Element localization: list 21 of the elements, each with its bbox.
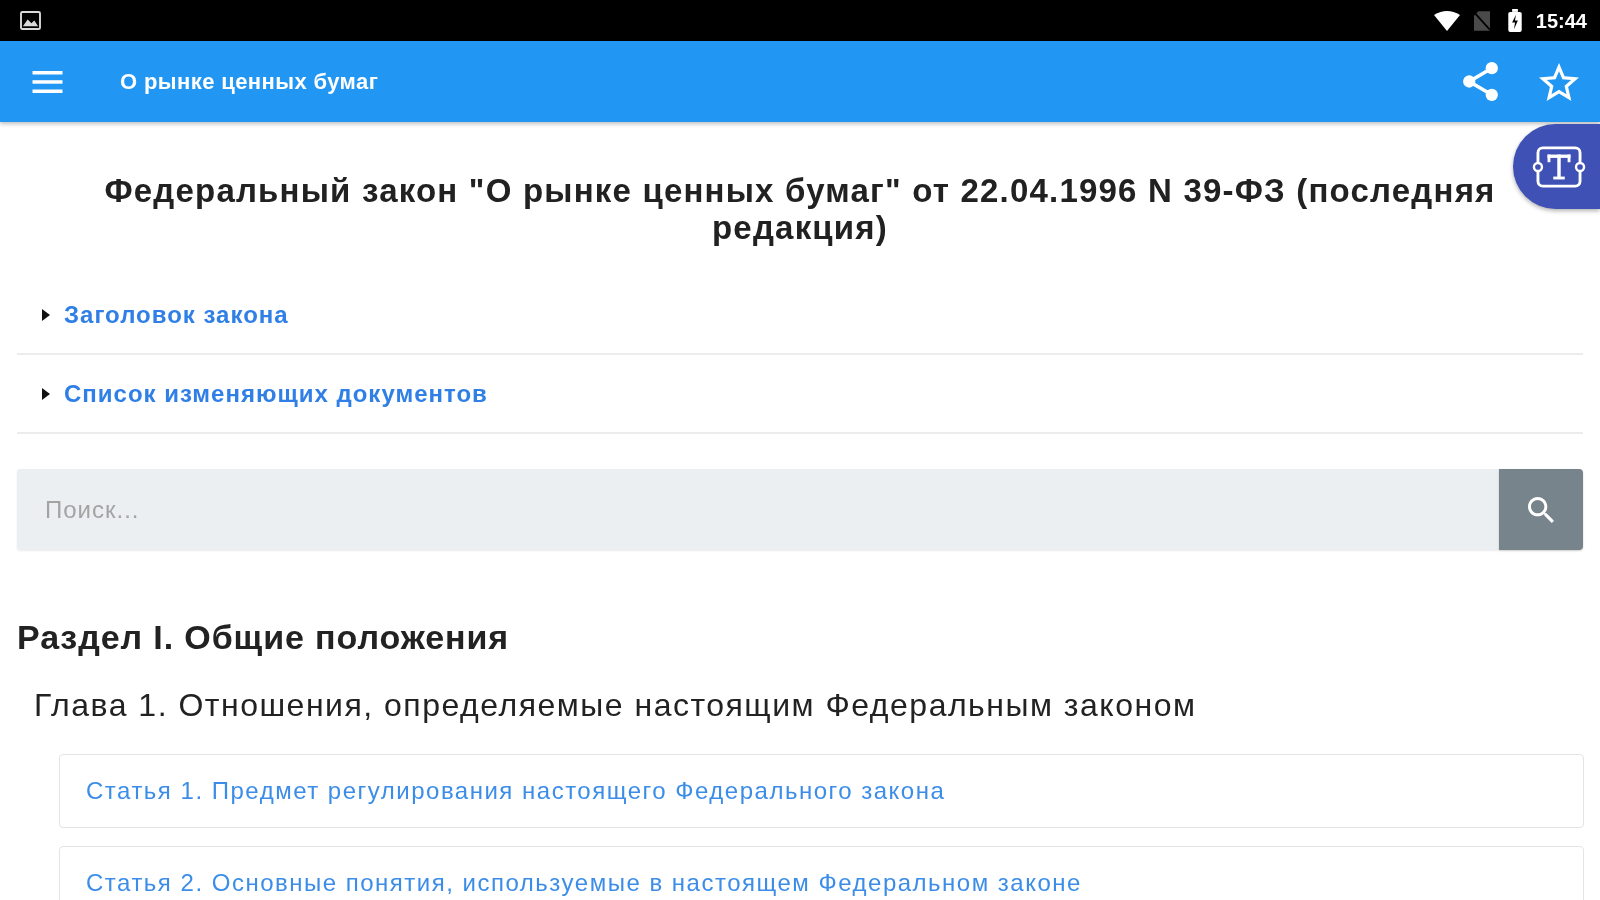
section-toggle[interactable]: Заголовок закона bbox=[42, 300, 289, 329]
menu-icon bbox=[31, 70, 63, 93]
section-heading: Раздел I. Общие положения bbox=[17, 617, 510, 657]
sim-card-icon bbox=[1473, 10, 1490, 31]
battery-charging-icon bbox=[1507, 9, 1522, 32]
article-link[interactable]: Статья 1. Предмет регулирования настоящего Федерального закона bbox=[59, 754, 1584, 828]
article-link[interactable]: Статья 2. Основные понятия, используемые в настоящем Федеральном законе bbox=[59, 846, 1584, 900]
chapter-heading: Глава 1. Отношения, определяемые настоящим Федеральным законом bbox=[34, 686, 1198, 724]
star-icon bbox=[1539, 62, 1579, 101]
clock-time: 15:44 bbox=[1535, 8, 1587, 33]
wifi-icon bbox=[1433, 10, 1460, 31]
image-icon bbox=[20, 11, 41, 30]
app-title: О рынке ценных бумаг bbox=[120, 68, 379, 95]
search-field[interactable]: Поиск... bbox=[17, 469, 1499, 550]
document-title: Федеральный закон "О рынке ценных бумаг" от 22.04.1996 N 39-ФЗ (последняя редакция) bbox=[103, 172, 1497, 246]
share-icon bbox=[1461, 61, 1499, 102]
search-button[interactable] bbox=[1499, 469, 1583, 550]
text-frame-icon bbox=[1531, 144, 1586, 189]
search-icon bbox=[1528, 496, 1554, 523]
section-toggle[interactable]: Список изменяющих документов bbox=[42, 379, 488, 408]
text-size-button[interactable] bbox=[1513, 124, 1600, 209]
